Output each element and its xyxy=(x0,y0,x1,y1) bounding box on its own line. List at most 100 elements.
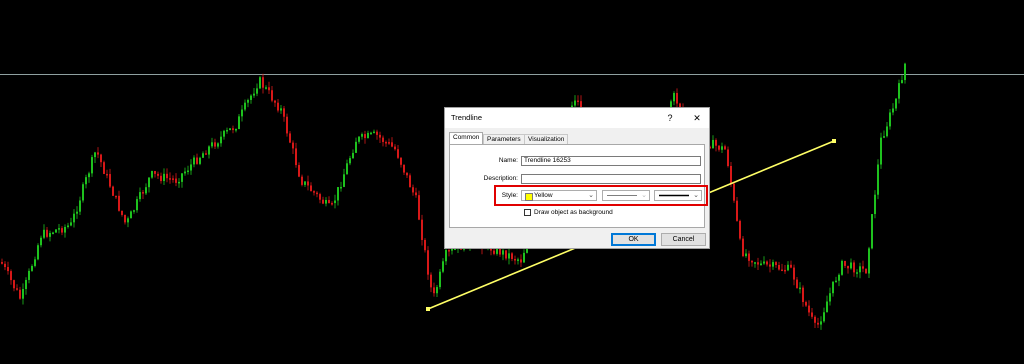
candle-body xyxy=(727,149,729,167)
candle-body xyxy=(817,322,819,325)
candle-body xyxy=(673,93,675,102)
candle-body xyxy=(364,134,366,139)
candle-body xyxy=(295,148,297,166)
candle-body xyxy=(415,192,417,196)
candle-body xyxy=(154,171,156,174)
candle-body xyxy=(88,173,90,178)
candle-body xyxy=(301,176,303,185)
candle-body xyxy=(31,265,33,271)
candle-body xyxy=(121,210,123,215)
candle-body xyxy=(151,171,153,178)
candle-body xyxy=(787,264,789,271)
candle-body xyxy=(34,259,36,266)
candle-body xyxy=(859,266,861,273)
candle-body xyxy=(181,173,183,182)
candle-body xyxy=(253,93,255,96)
candle-body xyxy=(811,312,813,317)
candle-body xyxy=(7,267,9,272)
candle-body xyxy=(43,229,45,238)
candle-body xyxy=(838,274,840,281)
candle-body xyxy=(430,274,432,288)
candle-body xyxy=(103,162,105,174)
candle-body xyxy=(436,287,438,294)
name-label: Name: xyxy=(498,157,518,164)
candle-body xyxy=(868,248,870,274)
candle-body xyxy=(187,170,189,173)
candle-body xyxy=(520,259,522,263)
candle-body xyxy=(124,214,126,223)
candle-body xyxy=(886,126,888,137)
description-field[interactable] xyxy=(521,174,701,184)
candle-body xyxy=(283,108,285,117)
name-field[interactable]: Trendline 16253 xyxy=(521,156,701,166)
cancel-button[interactable]: Cancel xyxy=(661,233,706,246)
candle-body xyxy=(250,95,252,100)
style-highlight-box xyxy=(494,185,708,206)
candle-body xyxy=(493,250,495,254)
candle-body xyxy=(775,262,777,265)
candle-body xyxy=(772,262,774,267)
candle-body xyxy=(307,181,309,186)
trendline-anchor-icon xyxy=(426,307,430,311)
candle-body xyxy=(331,203,333,205)
candle-body xyxy=(367,132,369,139)
candle-body xyxy=(376,131,378,135)
close-icon[interactable]: ✕ xyxy=(688,111,706,125)
candle-body xyxy=(214,142,216,147)
candle-body xyxy=(313,191,315,193)
candle-body xyxy=(133,210,135,212)
candle-body xyxy=(322,199,324,204)
candle-body xyxy=(265,87,267,89)
candle-body xyxy=(442,261,444,272)
candle-body xyxy=(238,116,240,130)
help-icon[interactable]: ? xyxy=(661,111,679,125)
candle-body xyxy=(400,157,402,165)
candle-body xyxy=(514,259,516,261)
candle-body xyxy=(274,100,276,103)
candle-body xyxy=(370,132,372,135)
candle-body xyxy=(517,259,519,261)
candle-body xyxy=(790,264,792,268)
candle-body xyxy=(451,248,453,251)
candle-body xyxy=(328,200,330,204)
ok-button[interactable]: OK xyxy=(611,233,656,246)
candle-body xyxy=(310,185,312,192)
dialog-titlebar[interactable]: Trendline ? ✕ xyxy=(445,108,709,128)
candle-body xyxy=(244,102,246,110)
candle-body xyxy=(64,226,66,233)
candle-body xyxy=(742,238,744,257)
candle-body xyxy=(271,90,273,101)
candle-body xyxy=(904,63,906,81)
candle-body xyxy=(145,187,147,194)
candle-body xyxy=(130,211,132,219)
candle-body xyxy=(340,186,342,189)
candle-body xyxy=(835,280,837,283)
candle-body xyxy=(748,253,750,261)
candle-body xyxy=(202,153,204,158)
candle-body xyxy=(574,100,576,106)
candle-body xyxy=(49,233,51,237)
candle-body xyxy=(373,131,375,134)
candle-body xyxy=(358,136,360,142)
candle-body xyxy=(217,143,219,147)
candle-body xyxy=(778,264,780,270)
candle-body xyxy=(70,222,72,226)
candle-body xyxy=(160,175,162,182)
candle-body xyxy=(421,219,423,240)
background-checkbox[interactable] xyxy=(524,209,531,216)
candle-body xyxy=(280,108,282,111)
candle-body xyxy=(508,253,510,259)
candle-body xyxy=(412,187,414,193)
candle-body xyxy=(820,321,822,325)
candle-body xyxy=(220,136,222,144)
candle-body xyxy=(577,100,579,103)
candle-body xyxy=(118,195,120,211)
candle-body xyxy=(724,146,726,150)
candle-body xyxy=(796,279,798,289)
candle-body xyxy=(115,195,117,198)
candle-body xyxy=(718,145,720,150)
candle-body xyxy=(712,139,714,149)
candle-body xyxy=(349,158,351,164)
trendline-dialog: Trendline ? ✕ Common Parameters Visualiz… xyxy=(444,107,710,249)
candle-body xyxy=(847,265,849,269)
